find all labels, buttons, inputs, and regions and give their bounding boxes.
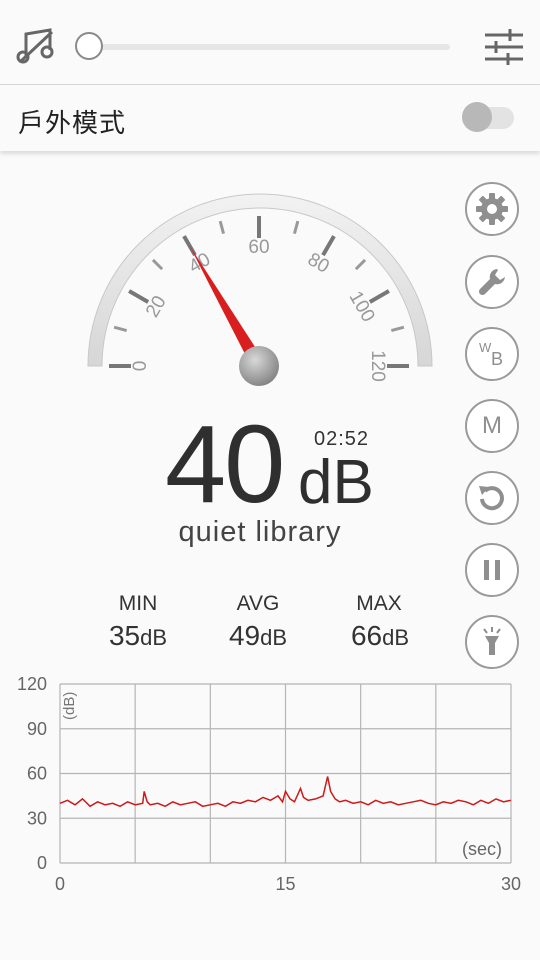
min-number: 35 (108, 620, 141, 651)
max-number: 66 (350, 620, 383, 651)
weighting-button[interactable]: W B (465, 327, 519, 381)
current-db-unit: dB (298, 448, 374, 517)
pause-button[interactable] (465, 543, 519, 597)
music-off-icon[interactable] (14, 26, 58, 66)
avg-unit: dB (260, 625, 288, 650)
outdoor-mode-row: 戶外模式 (0, 85, 540, 151)
gauge-minor-tick (151, 258, 164, 271)
m-icon: M (482, 412, 502, 439)
volume-slider-track[interactable] (90, 44, 450, 50)
flashlight-icon (483, 627, 501, 655)
volume-slider-thumb[interactable] (75, 32, 103, 60)
noise-description: quiet library (178, 516, 342, 548)
gauge-minor-tick (293, 220, 300, 235)
wb-icon-b: B (491, 349, 504, 369)
outdoor-mode-toggle-thumb[interactable] (462, 102, 492, 132)
chart-x-tick-label: 30 (501, 874, 521, 894)
avg-value: 49dB (193, 620, 323, 652)
gauge-tick-label: 20 (142, 292, 171, 321)
gear-icon (476, 193, 508, 225)
pause-icon (484, 560, 500, 580)
gauge-major-tick (128, 289, 150, 304)
chart-y-tick-label: 0 (37, 853, 47, 873)
chart-y-tick-label: 30 (27, 808, 47, 828)
gauge-minor-tick (354, 258, 367, 271)
gauge-tick-label: 0 (130, 361, 151, 372)
chart-y-tick-label: 60 (27, 764, 47, 784)
max-value: 66dB (315, 620, 445, 652)
wrench-icon (478, 269, 505, 296)
max-unit: dB (382, 625, 410, 650)
chart-x-tick-label: 15 (275, 874, 295, 894)
min-value: 35dB (73, 620, 203, 652)
gauge-major-tick (368, 289, 390, 304)
wb-icon-w: W (479, 340, 492, 355)
gauge-tick-label: 60 (248, 237, 269, 258)
gauge-tick-label: 120 (367, 350, 388, 382)
gauge-major-tick (321, 235, 336, 257)
sliders-icon[interactable] (482, 26, 526, 68)
elapsed-timer: 02:52 (314, 428, 370, 450)
avg-number: 49 (228, 620, 261, 651)
history-chart: 120 90 60 30 00 15 30 (dB) (sec) (17, 674, 521, 894)
chart-x-axis-label: (sec) (462, 839, 502, 859)
reset-icon (479, 486, 504, 511)
calibrate-button[interactable] (465, 255, 519, 309)
min-label: MIN (118, 592, 158, 615)
chart-y-axis-label: (dB) (61, 692, 78, 720)
min-unit: dB (140, 625, 168, 650)
settings-button[interactable] (465, 182, 519, 236)
chart-x-tick-label: 0 (55, 874, 65, 894)
wb-icon: W B (477, 339, 507, 369)
reset-button[interactable] (465, 471, 519, 525)
mode-button[interactable]: M (465, 399, 519, 453)
chart-y-tick-label: 90 (27, 719, 47, 739)
flashlight-button[interactable] (465, 615, 519, 669)
avg-label: AVG (236, 592, 280, 615)
max-label: MAX (356, 592, 402, 615)
gauge-minor-tick (390, 325, 405, 332)
current-db-value: 40 (165, 403, 285, 526)
gauge-minor-tick (218, 220, 225, 235)
gauge-tick-label: 100 (345, 288, 379, 326)
outdoor-mode-label: 戶外模式 (18, 108, 127, 138)
gauge-minor-tick (113, 325, 128, 332)
gauge-tick-label: 80 (304, 249, 333, 278)
gauge-hub (239, 346, 279, 386)
chart-y-tick-label: 120 (17, 674, 47, 694)
